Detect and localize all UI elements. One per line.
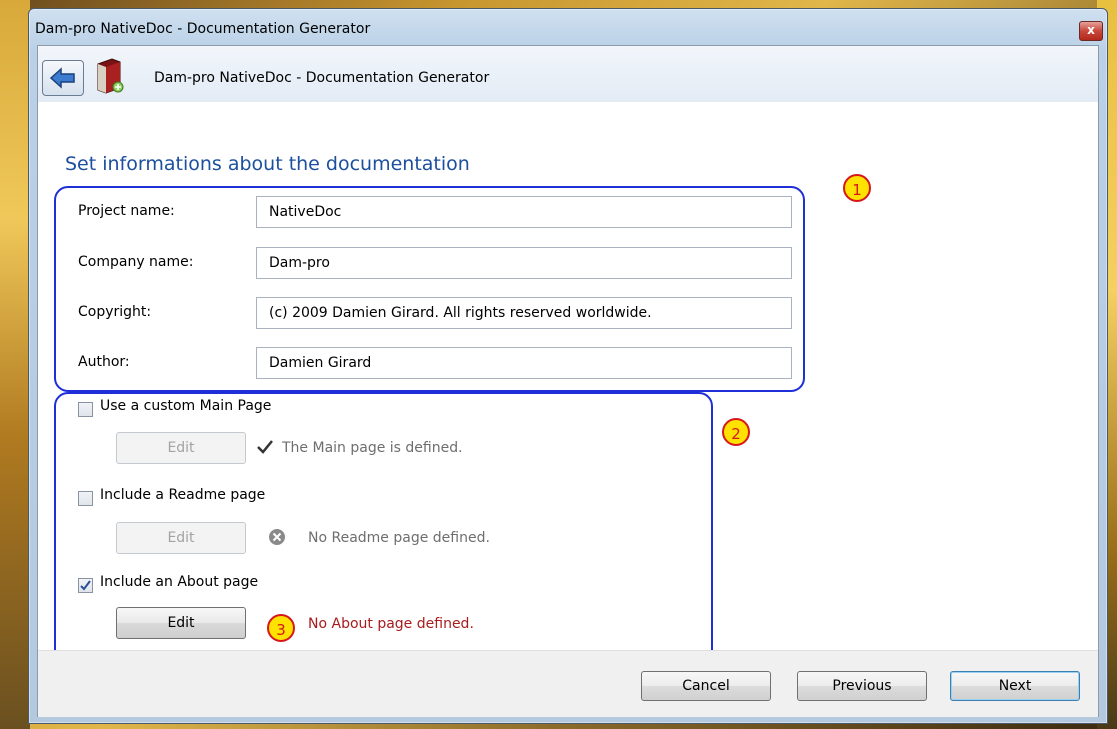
about-page-label: Include an About page: [100, 574, 259, 590]
annotation-badge-1: 1: [843, 174, 871, 202]
wizard-content: Set informations about the documentation…: [38, 102, 1098, 672]
title-bar[interactable]: Dam-pro NativeDoc - Documentation Genera…: [29, 9, 1107, 45]
header-title: Dam-pro NativeDoc - Documentation Genera…: [154, 70, 490, 86]
next-button[interactable]: Next: [950, 671, 1080, 701]
custom-main-page-label: Use a custom Main Page: [100, 398, 272, 414]
error-icon: [269, 529, 285, 545]
project-name-label: Project name:: [78, 203, 175, 219]
previous-button[interactable]: Previous: [797, 671, 927, 701]
page-title: Set informations about the documentation: [65, 153, 470, 175]
readme-page-status: No Readme page defined.: [308, 530, 490, 546]
checkmark-icon: [80, 580, 91, 591]
about-page-status: No About page defined.: [308, 616, 474, 632]
copyright-label: Copyright:: [78, 304, 152, 320]
author-input[interactable]: Damien Girard: [256, 347, 792, 379]
back-button[interactable]: [42, 60, 84, 96]
readme-page-checkbox[interactable]: [78, 491, 93, 506]
custom-main-page-checkbox[interactable]: [78, 402, 93, 417]
window-title: Dam-pro NativeDoc - Documentation Genera…: [35, 21, 371, 37]
annotation-badge-2: 2: [722, 418, 750, 446]
wizard-client-area: Dam-pro NativeDoc - Documentation Genera…: [37, 45, 1099, 717]
author-label: Author:: [78, 354, 130, 370]
desktop-background-left: [0, 0, 30, 729]
copyright-input[interactable]: (c) 2009 Damien Girard. All rights reser…: [256, 297, 792, 329]
close-button[interactable]: x: [1079, 21, 1103, 41]
about-page-checkbox[interactable]: [78, 578, 93, 593]
edit-main-page-button[interactable]: Edit: [116, 432, 246, 464]
close-icon: x: [1087, 23, 1095, 37]
wizard-header: Dam-pro NativeDoc - Documentation Genera…: [38, 46, 1098, 102]
edit-about-page-button[interactable]: Edit: [116, 607, 246, 639]
company-name-label: Company name:: [78, 254, 194, 270]
edit-readme-page-button[interactable]: Edit: [116, 522, 246, 554]
app-book-icon: [94, 58, 124, 94]
back-arrow-icon: [50, 67, 75, 89]
project-name-input[interactable]: NativeDoc: [256, 196, 792, 228]
check-icon: [257, 440, 273, 454]
cancel-button[interactable]: Cancel: [641, 671, 771, 701]
wizard-window: Dam-pro NativeDoc - Documentation Genera…: [28, 8, 1108, 724]
main-page-status: The Main page is defined.: [282, 440, 463, 456]
readme-page-label: Include a Readme page: [100, 487, 266, 503]
wizard-footer: Cancel Previous Next: [38, 650, 1098, 717]
company-name-input[interactable]: Dam-pro: [256, 247, 792, 279]
annotation-badge-3: 3: [267, 614, 295, 642]
